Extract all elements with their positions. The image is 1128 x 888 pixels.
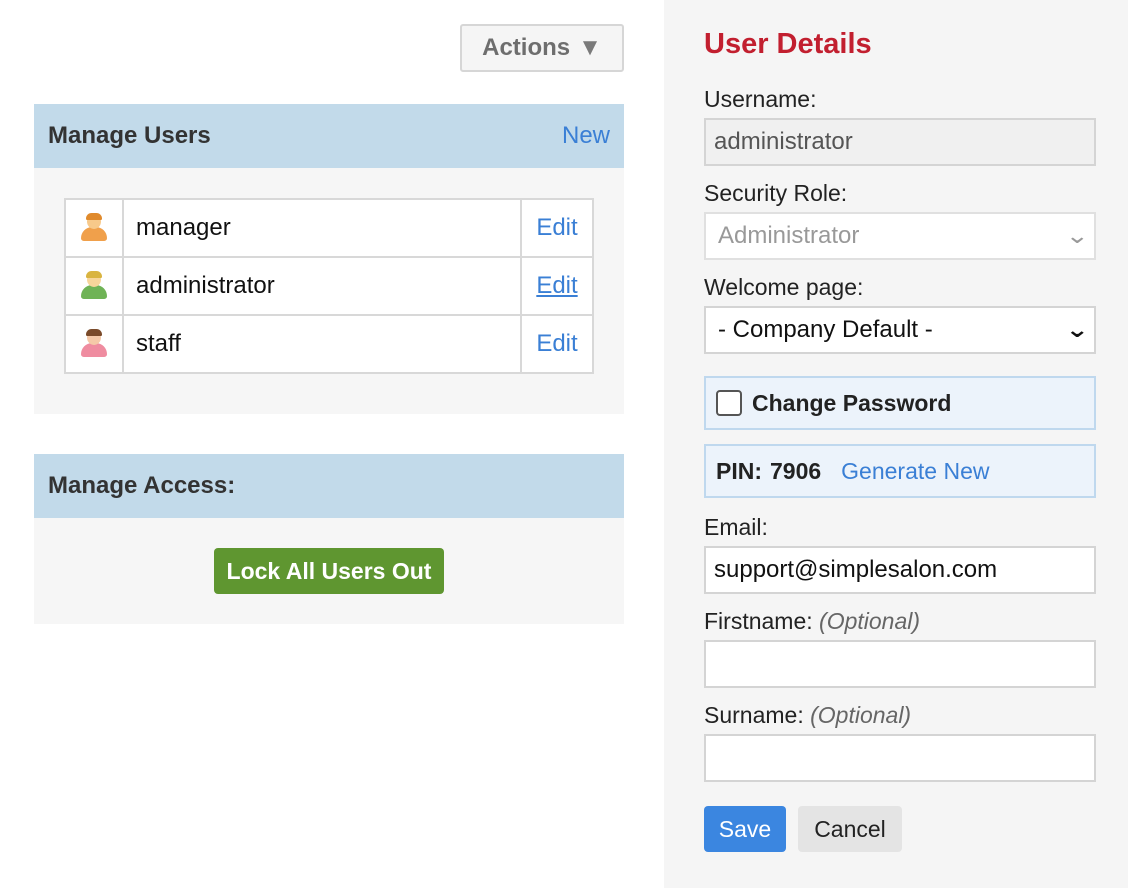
manage-access-header: Manage Access: [34,454,624,518]
user-avatar-icon [79,271,109,301]
caret-down-icon: ▼ [578,34,602,61]
username-field[interactable]: administrator [704,118,1096,166]
lock-all-users-button[interactable]: Lock All Users Out [214,548,444,594]
new-user-link[interactable]: New [562,122,610,150]
table-row: administrator Edit [64,256,594,316]
user-name: manager [122,198,522,258]
surname-field[interactable] [704,734,1096,782]
manage-access-title: Manage Access: [48,472,236,499]
pin-value: 7906 [770,457,822,484]
user-details-pane: User Details Username: administrator Sec… [664,0,1128,888]
email-field[interactable]: support@simplesalon.com [704,546,1096,594]
user-avatar-icon [79,213,109,243]
security-role-value: Administrator [718,222,860,249]
edit-user-link[interactable]: Edit [536,330,577,357]
edit-user-link[interactable]: Edit [536,214,577,241]
actions-button[interactable]: Actions ▼ [460,24,624,72]
pin-box: PIN: 7906 Generate New [704,444,1096,498]
security-role-label: Security Role: [704,180,848,206]
manage-access-panel: Manage Access: Lock All Users Out [34,454,624,624]
change-password-label: Change Password [752,389,952,416]
table-row: manager Edit [64,198,594,258]
surname-label: Surname: (Optional) [704,702,912,728]
manage-users-header: Manage Users New [34,104,624,168]
firstname-field[interactable] [704,640,1096,688]
manage-users-panel: Manage Users New manager Edit administra… [34,104,624,414]
username-label: Username: [704,86,817,112]
user-details-title: User Details [704,28,872,60]
save-button[interactable]: Save [704,806,786,852]
welcome-page-select[interactable]: - Company Default - ⌄ [704,306,1096,354]
user-avatar-icon [79,329,109,359]
user-name: administrator [122,256,522,316]
user-name: staff [122,314,522,374]
firstname-label: Firstname: (Optional) [704,608,921,634]
email-label: Email: [704,514,768,540]
actions-label: Actions [482,34,571,61]
pin-label: PIN: [716,457,762,484]
chevron-down-icon: ⌄ [1064,317,1089,342]
change-password-box: Change Password [704,376,1096,430]
welcome-page-value: - Company Default - [718,316,933,343]
username-value: administrator [714,128,853,155]
email-value: support@simplesalon.com [714,556,998,583]
edit-user-link[interactable]: Edit [536,272,577,299]
manage-pane: Actions ▼ Manage Users New manager Edit [0,0,664,888]
users-table: manager Edit administrator Edit staff Ed… [64,198,594,374]
manage-users-title: Manage Users [48,122,211,149]
optional-hint: (Optional) [810,702,912,728]
security-role-select: Administrator ⌄ [704,212,1096,260]
table-row: staff Edit [64,314,594,374]
change-password-checkbox[interactable] [716,390,742,416]
optional-hint: (Optional) [819,608,921,634]
welcome-page-label: Welcome page: [704,274,864,300]
chevron-down-icon: ⌄ [1064,223,1089,248]
generate-new-pin-link[interactable]: Generate New [841,458,989,485]
cancel-button[interactable]: Cancel [798,806,902,852]
